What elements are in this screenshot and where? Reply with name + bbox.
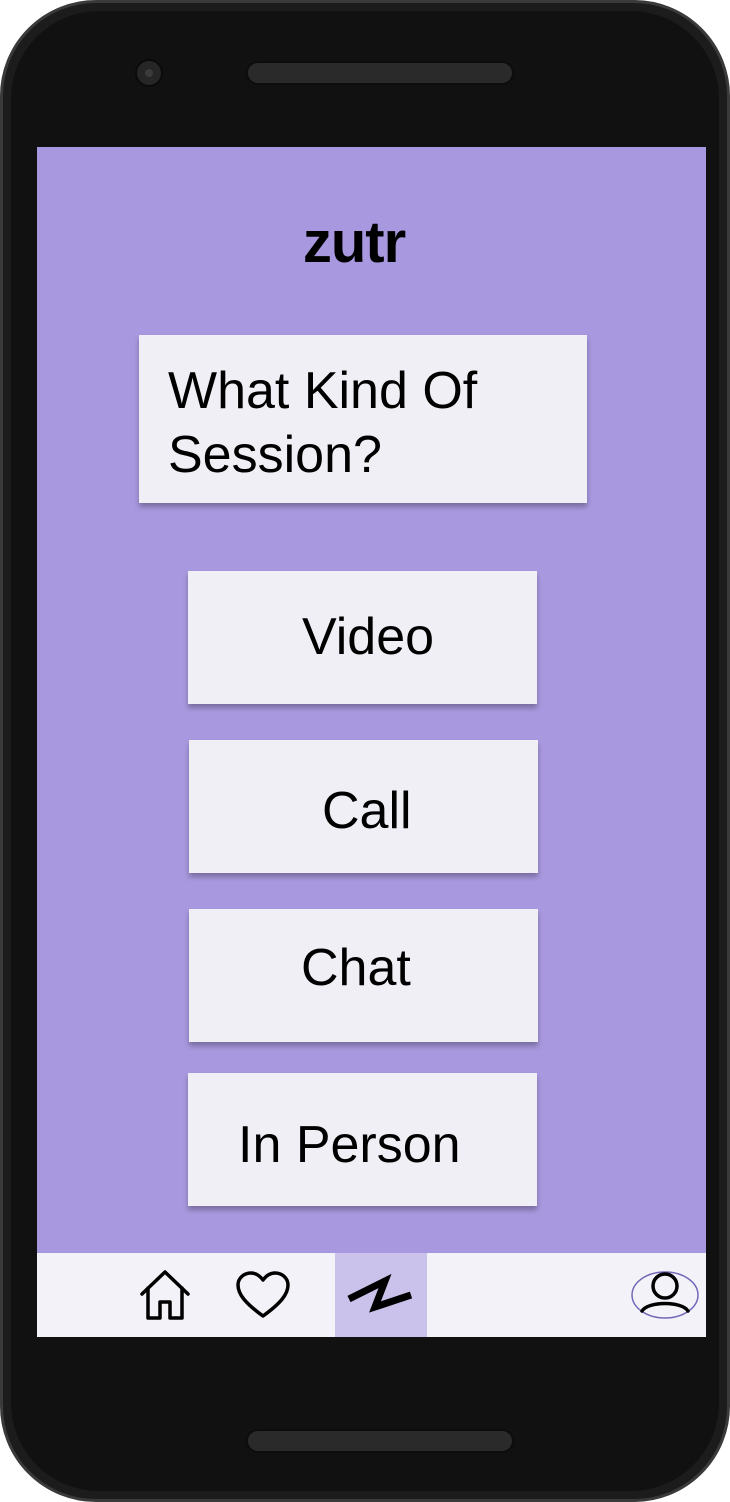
top-speaker xyxy=(246,61,514,85)
video-option-button[interactable]: Video xyxy=(188,571,537,704)
nav-profile-button[interactable] xyxy=(630,1253,700,1337)
session-question-card: What Kind Of Session? xyxy=(139,335,587,503)
zutr-logo-icon xyxy=(347,1273,413,1313)
app-title: zutr xyxy=(302,210,406,275)
heart-icon xyxy=(236,1271,290,1318)
app-screen: zutr What Kind Of Session? Video Call Ch… xyxy=(37,147,706,1337)
profile-icon xyxy=(631,1271,699,1319)
session-question-text: What Kind Of Session? xyxy=(168,362,478,484)
chat-option-label: Chat xyxy=(301,939,411,997)
home-icon xyxy=(140,1270,190,1320)
call-option-label: Call xyxy=(322,782,412,840)
in-person-option-label: In Person xyxy=(238,1116,461,1174)
video-option-label: Video xyxy=(302,608,435,666)
nav-home-button[interactable] xyxy=(135,1253,195,1337)
nav-session-button[interactable] xyxy=(335,1253,427,1337)
in-person-option-button[interactable]: In Person xyxy=(188,1073,537,1206)
bottom-speaker xyxy=(246,1429,514,1453)
phone-frame: zutr What Kind Of Session? Video Call Ch… xyxy=(0,0,730,1502)
nav-favorites-button[interactable] xyxy=(233,1253,293,1337)
chat-option-button[interactable]: Chat xyxy=(189,909,538,1042)
front-camera xyxy=(135,59,163,87)
call-option-button[interactable]: Call xyxy=(189,740,538,873)
bottom-navigation xyxy=(37,1253,706,1337)
